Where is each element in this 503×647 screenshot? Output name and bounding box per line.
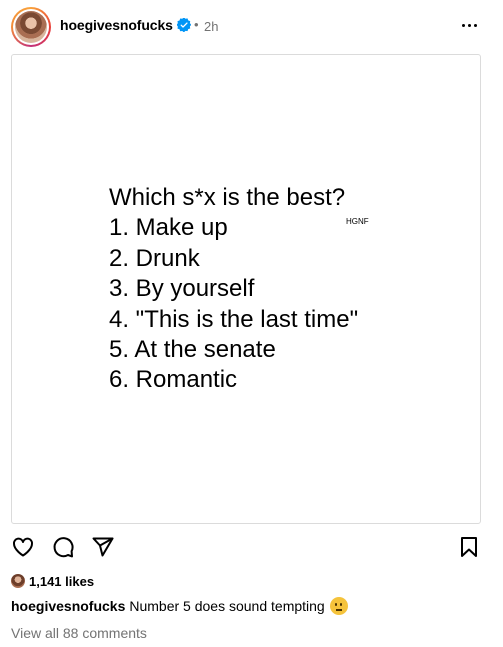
watermark: HGNF [346, 217, 369, 226]
post-line-3: 3. By yourself [109, 275, 255, 303]
separator-dot: • [194, 17, 199, 32]
post-header: hoegivesnofucks • 2h [0, 0, 503, 54]
caption-text: Number 5 does sound tempting [129, 598, 325, 614]
comment-icon[interactable] [50, 534, 76, 560]
post-line-title: Which s*x is the best? [109, 184, 346, 211]
more-options-icon[interactable] [458, 14, 480, 36]
likes-count[interactable]: 1,141 likes [29, 574, 94, 589]
action-bar [0, 534, 503, 564]
post-line-6: 6. Romantic [109, 366, 238, 394]
verified-badge-icon [177, 18, 191, 32]
heart-icon[interactable] [10, 534, 36, 560]
post-line-1: 1. Make up [109, 214, 228, 242]
avatar[interactable] [11, 7, 51, 47]
caption-username[interactable]: hoegivesnofucks [11, 598, 125, 614]
thinking-face-emoji [329, 597, 348, 615]
view-all-comments-link[interactable]: View all 88 comments [11, 625, 147, 641]
post-timestamp[interactable]: 2h [204, 19, 218, 34]
post-line-5: 5. At the senate [109, 336, 276, 364]
post-image-text: Which s*x is the best? 1. Make up 2. Dru… [109, 183, 358, 396]
liker-avatar [11, 574, 25, 588]
post-line-4: 4. "This is the last time" [109, 305, 359, 333]
bookmark-icon[interactable] [456, 534, 482, 560]
share-icon[interactable] [90, 534, 116, 560]
post-image[interactable]: Which s*x is the best? 1. Make up 2. Dru… [11, 54, 481, 524]
post-line-2: 2. Drunk [109, 244, 200, 272]
username-link[interactable]: hoegivesnofucks [60, 17, 173, 33]
caption: hoegivesnofucks Number 5 does sound temp… [11, 597, 348, 615]
likes-row: 1,141 likes [11, 572, 94, 590]
